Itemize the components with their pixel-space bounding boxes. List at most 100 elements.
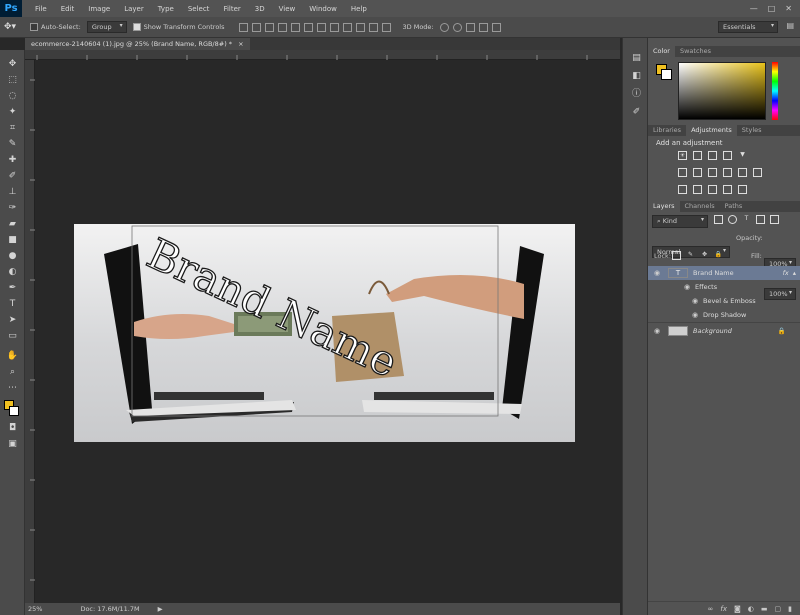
- 3d-scale-icon[interactable]: [491, 22, 501, 32]
- eyedropper-icon[interactable]: ✎: [6, 138, 19, 150]
- filter-smart-icon[interactable]: [770, 215, 779, 224]
- workspace-dropdown[interactable]: Essentials: [718, 21, 778, 33]
- tab-layers[interactable]: Layers: [648, 201, 680, 212]
- layer-effect-row[interactable]: ◉ Bevel & Emboss: [648, 294, 800, 308]
- gradient-icon[interactable]: ■: [6, 234, 19, 246]
- gradient-map-icon[interactable]: [723, 185, 732, 194]
- photo-filter-icon[interactable]: [723, 168, 732, 177]
- filter-type-icon[interactable]: T: [742, 215, 751, 224]
- menu-3d[interactable]: 3D: [248, 5, 272, 13]
- menu-file[interactable]: File: [28, 5, 54, 13]
- zoom-level[interactable]: 25%: [28, 605, 42, 613]
- threshold-icon[interactable]: [708, 185, 717, 194]
- hue-saturation-icon[interactable]: [678, 168, 687, 177]
- marquee-icon[interactable]: ⬚: [6, 74, 19, 86]
- filter-shape-icon[interactable]: [756, 215, 765, 224]
- status-arrow-icon[interactable]: ▶: [158, 605, 163, 613]
- workspace-menu-icon[interactable]: ▤: [786, 21, 794, 30]
- hue-slider[interactable]: [772, 62, 778, 120]
- drop-shadow-eye-icon[interactable]: ◉: [690, 311, 700, 319]
- tab-libraries[interactable]: Libraries: [648, 125, 686, 136]
- move-icon[interactable]: ✥: [6, 58, 19, 70]
- crop-icon[interactable]: ⌗: [6, 122, 19, 134]
- auto-select-dropdown[interactable]: Group: [86, 21, 127, 33]
- distribute-right-icon[interactable]: [381, 22, 391, 32]
- type-icon[interactable]: T: [6, 298, 19, 310]
- close-tab-icon[interactable]: ×: [238, 40, 243, 48]
- healing-brush-icon[interactable]: ✚: [6, 154, 19, 166]
- menu-type[interactable]: Type: [151, 5, 181, 13]
- color-picker-field[interactable]: [678, 62, 766, 120]
- align-right-icon[interactable]: [303, 22, 313, 32]
- black-white-icon[interactable]: [708, 168, 717, 177]
- brush-icon[interactable]: ✐: [6, 170, 19, 182]
- selective-color-icon[interactable]: [738, 185, 747, 194]
- background-color-swatch[interactable]: [9, 406, 19, 416]
- quick-mask-icon[interactable]: ◘: [6, 422, 19, 434]
- align-bottom-icon[interactable]: [264, 22, 274, 32]
- move-tool-icon[interactable]: ✥▾: [4, 22, 24, 32]
- visibility-eye-icon[interactable]: ◉: [652, 269, 662, 277]
- exposure-icon[interactable]: [723, 151, 732, 160]
- minimize-button[interactable]: —: [750, 4, 758, 13]
- align-left-icon[interactable]: [277, 22, 287, 32]
- lock-pixels-icon[interactable]: ✎: [686, 251, 695, 260]
- magic-wand-icon[interactable]: ✦: [6, 106, 19, 118]
- blur-icon[interactable]: ●: [6, 250, 19, 262]
- maximize-button[interactable]: □: [768, 4, 776, 13]
- history-brush-icon[interactable]: ✑: [6, 202, 19, 214]
- brush-presets-icon[interactable]: ✐: [630, 106, 643, 118]
- align-hcenter-icon[interactable]: [290, 22, 300, 32]
- menu-filter[interactable]: Filter: [216, 5, 247, 13]
- channel-mixer-icon[interactable]: [738, 168, 747, 177]
- auto-select-checkbox[interactable]: Auto-Select:: [30, 23, 81, 31]
- 3d-slide-icon[interactable]: [478, 22, 488, 32]
- layer-row-brand-name[interactable]: ◉ T Brand Name fx ▴: [648, 266, 800, 280]
- distribute-bottom-icon[interactable]: [342, 22, 352, 32]
- lock-all-icon[interactable]: 🔒: [714, 251, 723, 260]
- menu-layer[interactable]: Layer: [117, 5, 151, 13]
- history-icon[interactable]: ▤: [630, 52, 643, 64]
- layer-filter-dropdown[interactable]: ⌕ Kind: [652, 215, 708, 228]
- new-layer-icon[interactable]: ▢: [775, 605, 782, 613]
- screen-mode-icon[interactable]: ▣: [6, 438, 19, 450]
- menu-window[interactable]: Window: [302, 5, 344, 13]
- eraser-icon[interactable]: ▰: [6, 218, 19, 230]
- posterize-icon[interactable]: [693, 185, 702, 194]
- color-lookup-icon[interactable]: [753, 168, 762, 177]
- pen-icon[interactable]: ✒: [6, 282, 19, 294]
- layer-row-background[interactable]: ◉ Background 🔒: [648, 322, 800, 338]
- tab-adjustments[interactable]: Adjustments: [686, 125, 737, 136]
- color-background-swatch[interactable]: [661, 69, 672, 80]
- vibrance-icon[interactable]: ▼: [738, 151, 747, 160]
- invert-icon[interactable]: [678, 185, 687, 194]
- new-adjustment-icon[interactable]: ◐: [748, 605, 754, 613]
- menu-help[interactable]: Help: [344, 5, 374, 13]
- 3d-pan-icon[interactable]: [465, 22, 475, 32]
- path-selection-icon[interactable]: ➤: [6, 314, 19, 326]
- visibility-eye-icon[interactable]: ◉: [652, 327, 662, 335]
- distribute-vcenter-icon[interactable]: [329, 22, 339, 32]
- hand-icon[interactable]: ✋: [6, 350, 19, 362]
- levels-icon[interactable]: [693, 151, 702, 160]
- lasso-icon[interactable]: ◌: [6, 90, 19, 102]
- properties-icon[interactable]: ◧: [630, 70, 643, 82]
- menu-image[interactable]: Image: [81, 5, 117, 13]
- 3d-orbit-icon[interactable]: [439, 22, 449, 32]
- transform-controls-checkbox[interactable]: Show Transform Controls: [132, 23, 225, 31]
- 3d-roll-icon[interactable]: [452, 22, 462, 32]
- new-group-icon[interactable]: ▬: [761, 605, 768, 613]
- close-window-button[interactable]: ✕: [785, 4, 792, 13]
- lock-position-icon[interactable]: ✥: [700, 251, 709, 260]
- color-balance-icon[interactable]: [693, 168, 702, 177]
- brightness-icon[interactable]: ☀: [678, 151, 687, 160]
- tab-styles[interactable]: Styles: [737, 125, 767, 136]
- align-top-icon[interactable]: [238, 22, 248, 32]
- layer-effect-row[interactable]: ◉ Drop Shadow: [648, 308, 800, 322]
- distribute-left-icon[interactable]: [355, 22, 365, 32]
- edit-toolbar-icon[interactable]: ⋯: [6, 382, 19, 394]
- distribute-hcenter-icon[interactable]: [368, 22, 378, 32]
- add-style-icon[interactable]: fx: [720, 605, 727, 613]
- effects-eye-icon[interactable]: ◉: [682, 283, 692, 291]
- link-layers-icon[interactable]: ∞: [708, 605, 714, 613]
